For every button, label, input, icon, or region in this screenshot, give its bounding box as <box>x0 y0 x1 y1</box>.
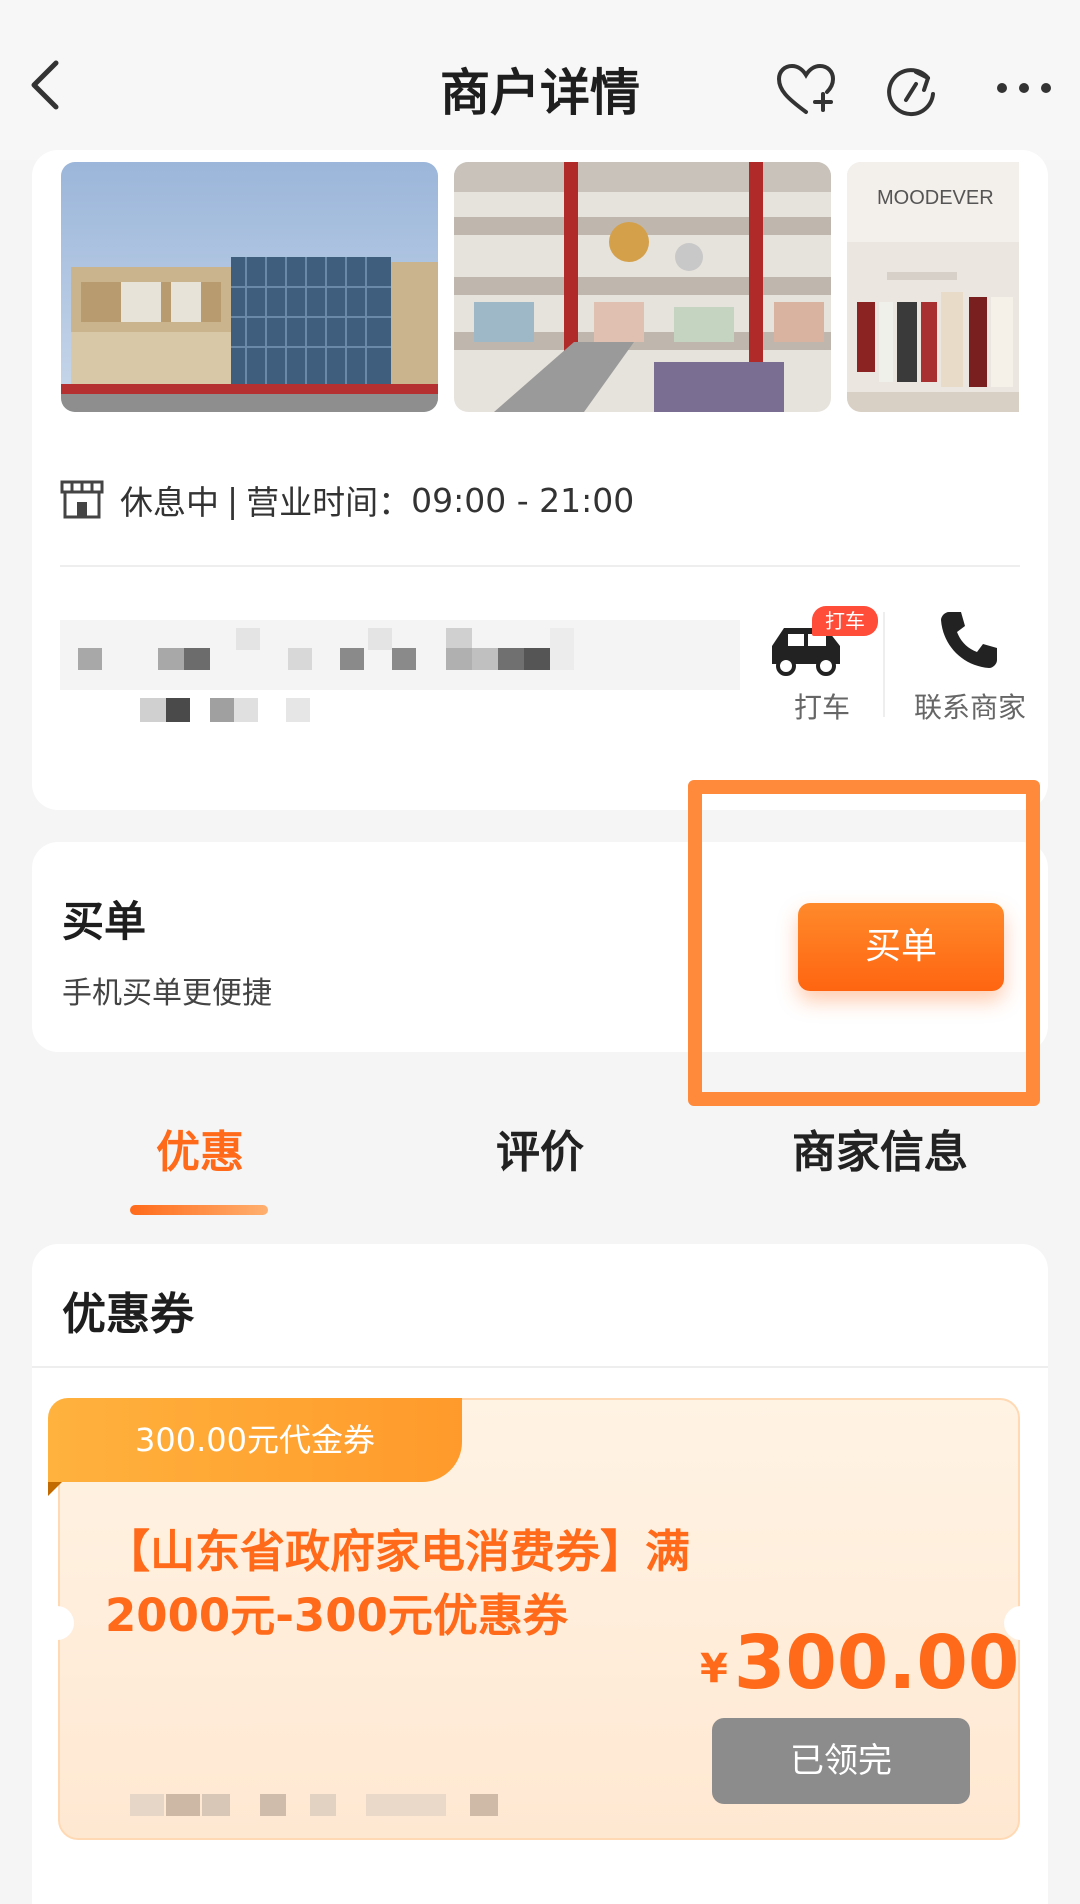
divider <box>60 565 1020 567</box>
active-tab-indicator <box>130 1205 268 1215</box>
more-icon[interactable] <box>994 78 1054 98</box>
currency-symbol: ¥ <box>700 1646 728 1692</box>
store-status: 休息中 <box>120 483 219 522</box>
store-icon <box>60 480 104 520</box>
coupon-name: 【山东省政府家电消费券】满2000元-300元优惠券 <box>105 1525 691 1642</box>
coupon-amount: 300.00 <box>733 1620 1020 1706</box>
address-redacted <box>60 610 740 740</box>
taxi-badge: 打车 <box>812 606 878 636</box>
highlight-annotation-box <box>688 780 1040 1106</box>
contact-label: 联系商家 <box>913 691 1026 724</box>
tab-merchant-info[interactable]: 商家信息 <box>760 1118 1000 1188</box>
coupon-price: ¥300.00 <box>700 1620 1019 1706</box>
store-sign-text: MOODEVER <box>877 187 994 209</box>
coupon-detail-redacted <box>130 1790 530 1820</box>
page-title: 商户详情 <box>440 64 640 122</box>
coupon-tag-fold <box>48 1482 62 1496</box>
hours-label: 营业时间： <box>246 483 412 522</box>
pay-bill-title: 买单 <box>62 897 147 946</box>
taxi-label: 打车 <box>793 691 850 724</box>
store-photo-atrium[interactable] <box>454 162 831 412</box>
coupons-section-title: 优惠券 <box>62 1289 194 1340</box>
pay-bill-subtitle: 手机买单更便捷 <box>62 976 272 1011</box>
vertical-divider <box>883 612 885 717</box>
store-photo-exterior[interactable] <box>61 162 438 412</box>
taxi-button[interactable]: 打车 打车 <box>762 606 882 726</box>
contact-merchant-button[interactable]: 联系商家 <box>895 606 1045 726</box>
status-separator: | <box>227 480 239 520</box>
store-photo-interior[interactable]: MOODEVER <box>847 162 1019 412</box>
business-hours-row: 休息中 | 营业时间： 09:00 - 21:00 <box>60 470 860 530</box>
hours-value: 09:00 - 21:00 <box>411 480 635 520</box>
tab-offers[interactable]: 优惠 <box>130 1118 270 1188</box>
tab-reviews[interactable]: 评价 <box>470 1118 610 1188</box>
coupon-claimed-button[interactable]: 已领完 <box>712 1718 970 1804</box>
share-icon[interactable] <box>882 62 940 120</box>
favorite-add-icon[interactable] <box>775 62 837 118</box>
back-icon[interactable] <box>22 55 68 115</box>
coupon-notch <box>40 1606 74 1640</box>
coupon-type-tag: 300.00元代金券 <box>48 1398 462 1482</box>
divider <box>32 1366 1048 1368</box>
phone-icon <box>935 608 1003 672</box>
